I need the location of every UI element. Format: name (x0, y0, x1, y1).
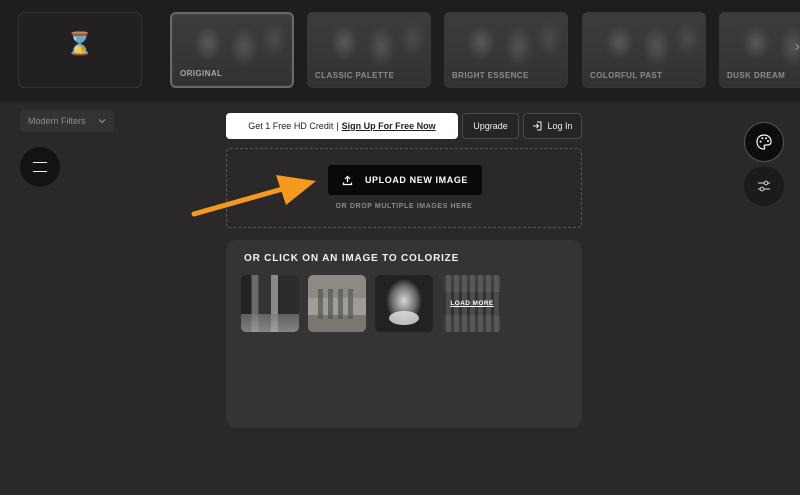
hamburger-icon (33, 162, 47, 172)
filter-label: ORIGINAL (180, 69, 223, 78)
filter-card-classic-palette[interactable]: CLASSIC PALETTE (307, 12, 431, 88)
upload-new-image-button[interactable]: UPLOAD NEW IMAGE (328, 165, 482, 195)
palette-button[interactable] (744, 122, 784, 162)
filter-card-dusk-dream[interactable]: DUSK DREAM (719, 12, 800, 88)
filter-card-original[interactable]: ORIGINAL (170, 12, 294, 88)
filter-style-select[interactable]: Modern Filters (20, 110, 114, 132)
login-label: Log In (547, 121, 573, 131)
upload-icon (342, 175, 353, 185)
filter-label: BRIGHT ESSENCE (452, 71, 529, 80)
login-button[interactable]: Log In (523, 113, 582, 139)
filter-style-value: Modern Filters (28, 116, 86, 126)
filter-card-none[interactable]: ⌛ (18, 12, 142, 88)
chevron-right-icon[interactable]: › (795, 38, 800, 56)
credit-text: Get 1 Free HD Credit (248, 121, 334, 131)
login-icon (533, 121, 542, 131)
chevron-down-icon (98, 119, 106, 124)
annotation-arrow-icon (191, 175, 316, 217)
adjustments-button[interactable] (744, 166, 784, 206)
filter-label: DUSK DREAM (727, 71, 786, 80)
sample-image-3[interactable] (375, 275, 433, 332)
sample-image-2[interactable] (308, 275, 366, 332)
filter-label: CLASSIC PALETTE (315, 71, 395, 80)
free-credit-banner: Get 1 Free HD Credit | Sign Up For Free … (226, 113, 458, 139)
signup-link[interactable]: Sign Up For Free Now (342, 121, 436, 131)
menu-button[interactable] (20, 147, 60, 187)
sliders-icon (758, 180, 770, 192)
filter-card-bright-essence[interactable]: BRIGHT ESSENCE (444, 12, 568, 88)
sample-images-panel: OR CLICK ON AN IMAGE TO COLORIZE LOAD MO… (226, 240, 582, 428)
upgrade-button[interactable]: Upgrade (462, 113, 519, 139)
load-more-link[interactable]: LOAD MORE (443, 275, 501, 332)
samples-title: OR CLICK ON AN IMAGE TO COLORIZE (244, 253, 460, 264)
upload-label: UPLOAD NEW IMAGE (364, 175, 469, 185)
load-more-tile[interactable]: LOAD MORE (443, 275, 501, 332)
filter-label: COLORFUL PAST (590, 71, 663, 80)
filter-strip: ⌛ ORIGINAL CLASSIC PALETTE BRIGHT ESSENC… (0, 0, 800, 102)
no-filter-icon: ⌛ (66, 31, 94, 57)
palette-icon (756, 134, 772, 150)
filter-card-colorful-past[interactable]: COLORFUL PAST (582, 12, 706, 88)
separator: | (336, 121, 339, 131)
sample-image-1[interactable] (241, 275, 299, 332)
